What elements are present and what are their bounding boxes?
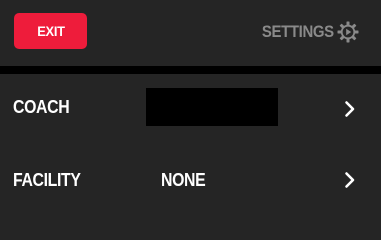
coach-row[interactable]: COACH [0, 74, 381, 142]
facility-value: NONE [161, 170, 206, 190]
chevron-right-icon [344, 171, 356, 189]
settings-button[interactable]: SETTINGS [252, 18, 359, 46]
screen: EXIT SETTINGS COACH FACILITY NONE [0, 0, 381, 215]
gear-icon [337, 21, 359, 43]
exit-button-label: EXIT [36, 23, 65, 39]
coach-label: COACH [13, 97, 70, 117]
chevron-right-icon [344, 100, 356, 118]
exit-button[interactable]: EXIT [14, 13, 87, 49]
facility-row[interactable]: FACILITY NONE [0, 146, 381, 214]
header-divider [0, 66, 381, 74]
settings-label: SETTINGS [262, 22, 334, 41]
top-bar: EXIT SETTINGS [0, 0, 381, 66]
facility-label: FACILITY [13, 170, 81, 190]
coach-value-redacted [146, 88, 278, 126]
